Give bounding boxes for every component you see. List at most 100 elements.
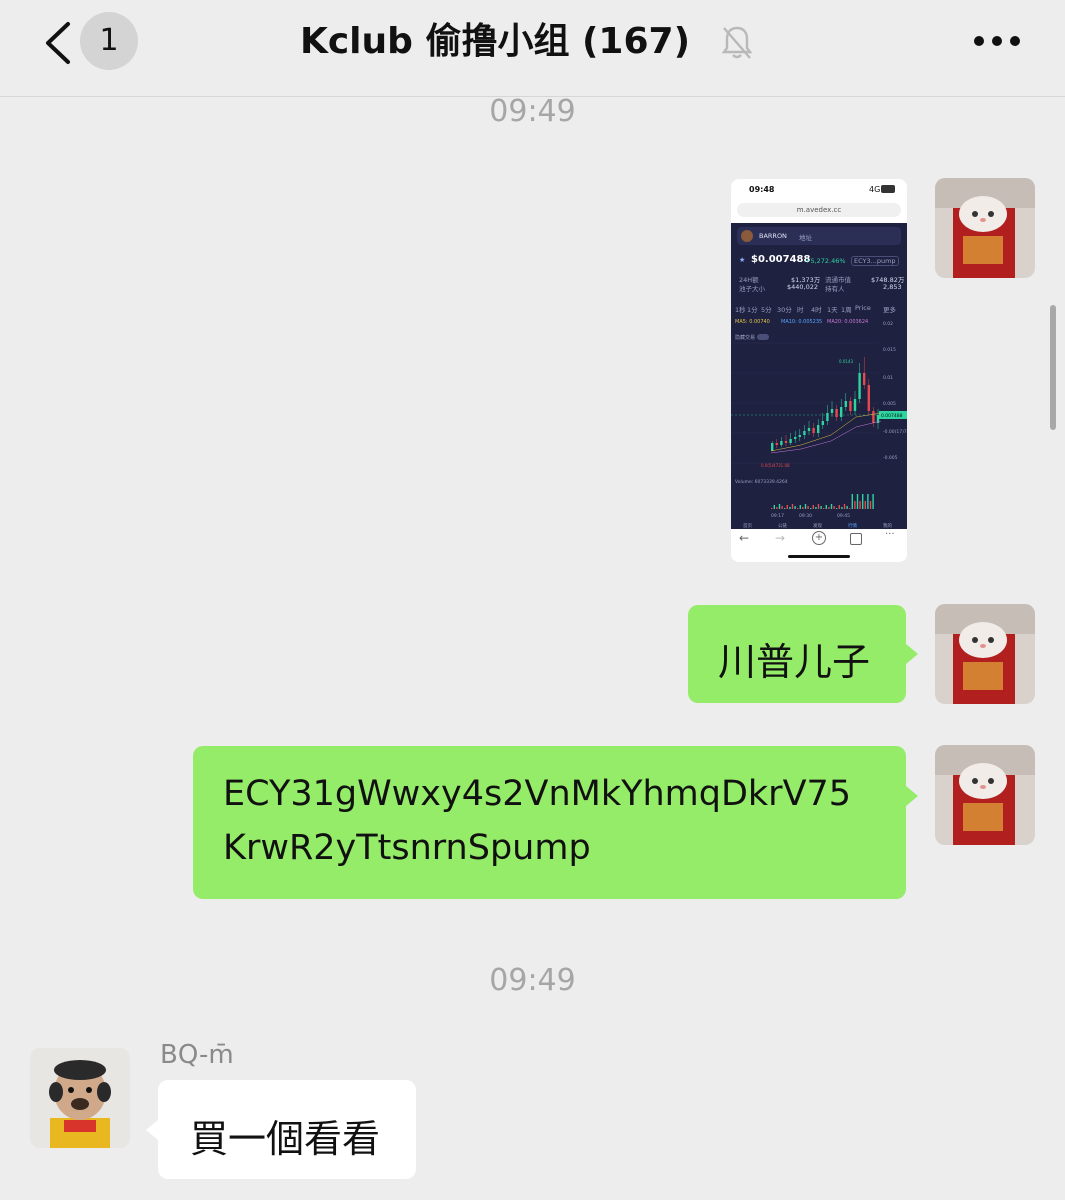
volume-bar (812, 505, 814, 509)
volume-label: Volume: 6073339.4264 (735, 479, 788, 485)
candle (849, 401, 852, 411)
message-bubble[interactable]: ECY31gWwxy4s2VnMkYhmqDkrV75 KrwR2yTtsnrn… (193, 746, 906, 899)
nav-item-label: 发现 (813, 522, 822, 529)
volume-bar (830, 504, 833, 509)
nav-item-label: 首页 (743, 522, 752, 529)
ma20-line (770, 420, 882, 454)
low-label: 0.0(5)4731.08 (761, 463, 790, 468)
scrollbar[interactable] (1050, 305, 1056, 430)
y-tick-label: 0.01 (883, 375, 893, 381)
volume-bar (843, 504, 846, 509)
stat-value: $440,022 (787, 283, 819, 291)
candle (863, 373, 866, 385)
message-bubble[interactable]: 買一個看看 (158, 1080, 416, 1179)
price-change: +5,272.46% (805, 257, 846, 265)
volume-bar (802, 507, 804, 509)
more-dots-icon[interactable] (972, 34, 1022, 48)
phone-status-time: 09:48 (749, 185, 775, 194)
price-dropdown: Price (855, 304, 871, 312)
phone-signal: 4G (869, 185, 881, 194)
candlestick-chart: 0.02 0.015 0.01 0.005 -0.00(17)7 -0.005 0.0074… (731, 321, 907, 529)
browser-tabs-icon (850, 533, 862, 545)
candle (858, 373, 861, 399)
avatar[interactable] (30, 1048, 130, 1148)
candle (821, 421, 824, 425)
chat-title[interactable]: Kclub 偷撸小组 (167) (260, 16, 730, 68)
y-tick-label: 0.02 (883, 321, 893, 327)
volume-bar (825, 505, 827, 509)
avatar[interactable] (935, 745, 1035, 845)
candle (794, 437, 797, 439)
image-message[interactable]: 09:48 4G m.avedex.cc BARRON 地址 ★ $0.0074… (731, 179, 907, 562)
volume-bar (810, 508, 812, 509)
unread-count-badge[interactable]: 1 (80, 12, 138, 70)
volume-bar (820, 506, 822, 509)
battery-icon (881, 185, 895, 193)
volume-bar (794, 506, 796, 509)
browser-menu-icon: ··· (885, 529, 895, 540)
volume-bar (838, 505, 840, 509)
volume-bar (864, 501, 866, 509)
volume-bar (867, 494, 869, 509)
timestamp: 09:49 (489, 963, 576, 998)
avatar[interactable] (935, 604, 1035, 704)
sender-name: BQ-m̄ (160, 1040, 234, 1070)
candle (807, 428, 811, 431)
candle (853, 399, 857, 411)
browser-forward-icon: → (775, 531, 786, 545)
volume-bar (791, 504, 794, 509)
candle (844, 401, 847, 407)
nav-item-label: 公链 (778, 522, 787, 529)
candle (835, 409, 838, 417)
bell-off-icon (721, 26, 753, 59)
x-tick-label: 09:30 (799, 513, 812, 519)
volume-bar (817, 504, 820, 509)
peak-label: 0.0143 (839, 359, 853, 364)
volume-bar (859, 501, 861, 509)
volume-bar (797, 508, 799, 509)
y-tick-label: 0.005 (883, 401, 896, 407)
candle (784, 441, 788, 443)
message-bubble[interactable]: 川普儿子 (688, 605, 906, 703)
nav-item-label: 行情 (848, 522, 857, 529)
volume-bar (823, 508, 825, 509)
message-text-line: KrwR2yTtsnrnSpump (223, 828, 591, 868)
candle (775, 443, 778, 445)
volume-bar (789, 507, 791, 509)
message-text: 買一個看看 (190, 1117, 381, 1161)
volume-bar (872, 494, 874, 509)
volume-bar (836, 508, 838, 509)
avatar[interactable] (935, 178, 1035, 278)
timestamp: 09:49 (489, 94, 576, 129)
volume-bar (786, 505, 788, 509)
x-tick-label: 09:17 (771, 513, 784, 519)
star-icon: ★ (739, 256, 746, 264)
volume-bar (815, 507, 817, 509)
candle (771, 443, 774, 451)
chevron-left-icon[interactable] (40, 20, 80, 66)
volume-bar (799, 505, 801, 509)
candle (826, 413, 829, 421)
candle (872, 411, 875, 423)
volume-bar (778, 504, 781, 509)
volume-bar (862, 494, 864, 509)
candle (867, 385, 870, 411)
candle (780, 441, 783, 445)
volume-bar (854, 501, 856, 509)
volume-bar (828, 507, 830, 509)
token-name: BARRON (759, 232, 787, 240)
contract-tag: ECY3...pump (851, 256, 899, 266)
y-tick-label: 0.015 (883, 347, 896, 353)
ma5-line (770, 412, 882, 452)
stat-label: 池子大小 (739, 285, 765, 293)
candle (789, 439, 792, 443)
token-price: $0.007488 (751, 254, 811, 265)
browser-back-icon: ← (739, 531, 750, 545)
volume-bar (784, 508, 786, 509)
timeframe-tabs: 1秒 1分 5分 30分时 4时 1天 1周 (735, 302, 905, 314)
volume-bar (851, 494, 853, 509)
candle (817, 425, 820, 433)
chat-header: 1 Kclub 偷撸小组 (167) (0, 0, 1065, 97)
y-tick-label: -0.00(17)7 (883, 429, 907, 435)
phone-status-bar: 09:48 4G (731, 179, 907, 201)
